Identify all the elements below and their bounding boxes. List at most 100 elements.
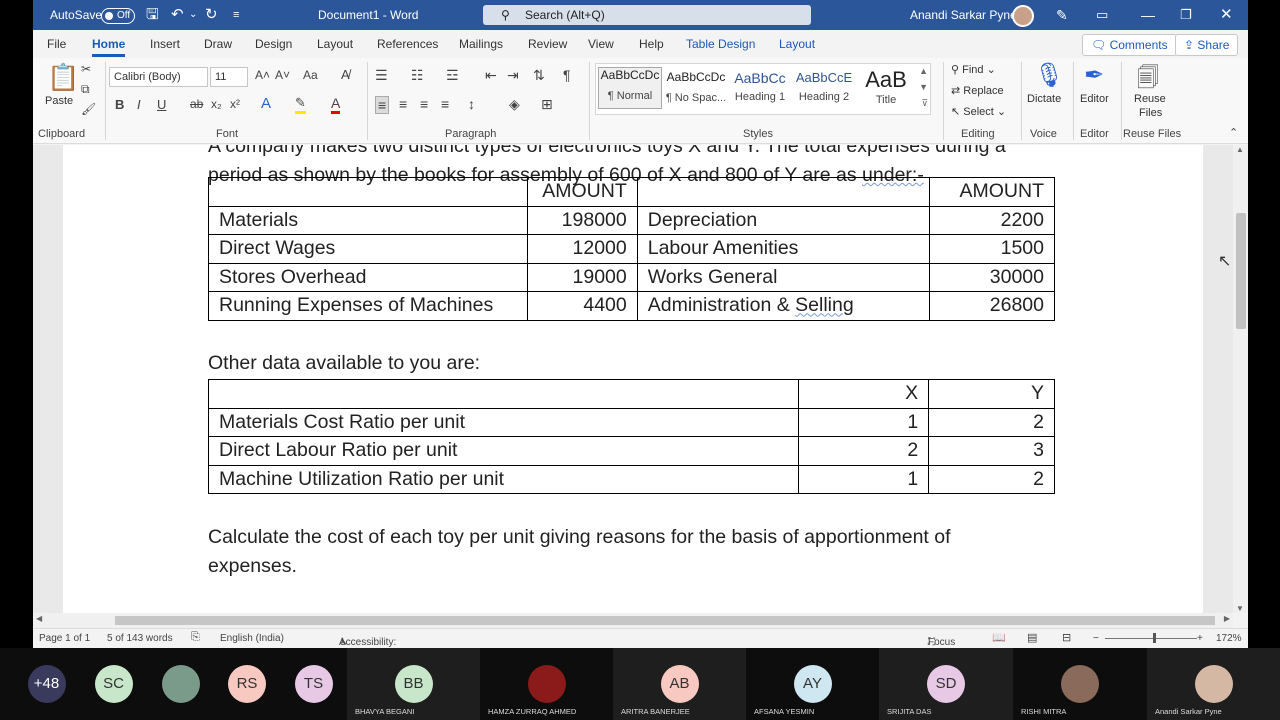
tab-insert[interactable]: Insert	[150, 37, 180, 51]
redo-icon[interactable]: ↻	[205, 0, 218, 30]
participant-tile[interactable]: TS	[280, 648, 347, 720]
participant-tile[interactable]: RISHI MITRA	[1013, 648, 1147, 720]
search-input[interactable]: ⚲ Search (Alt+Q)	[483, 5, 811, 25]
tab-review[interactable]: Review	[528, 37, 567, 51]
cut-icon[interactable]: ✂	[81, 62, 91, 76]
zoom-in-icon[interactable]: +	[1197, 633, 1203, 644]
save-icon[interactable]: 🖫	[146, 0, 159, 30]
vertical-scroll-thumb[interactable]	[1236, 213, 1246, 329]
collapse-ribbon-icon[interactable]: ⌃	[1229, 126, 1238, 139]
style-no-spacing[interactable]: AaBbCcDc ¶ No Spac...	[664, 70, 728, 104]
microphone-icon[interactable]: 🎙	[1034, 61, 1064, 90]
avatar[interactable]	[1012, 0, 1034, 30]
undo-icon[interactable]: ↶	[171, 0, 184, 30]
reuse-files-button-line1[interactable]: Reuse	[1134, 93, 1166, 105]
zoom-slider[interactable]	[1105, 638, 1197, 639]
italic-icon[interactable]: I	[137, 97, 141, 112]
scroll-right-icon[interactable]: ▶	[1224, 614, 1230, 623]
zoom-slider-thumb[interactable]	[1153, 633, 1156, 643]
subscript-icon[interactable]: x₂	[211, 97, 222, 111]
shading-icon[interactable]: ◈	[509, 96, 520, 113]
highlight-icon[interactable]: ✎	[295, 95, 306, 114]
tab-mailings[interactable]: Mailings	[459, 37, 503, 51]
zoom-out-icon[interactable]: −	[1093, 633, 1099, 644]
underline-icon[interactable]: U	[157, 97, 166, 112]
paste-button[interactable]: Paste	[45, 95, 73, 107]
styles-more-icon[interactable]: ⊽	[921, 98, 928, 109]
tab-table-design[interactable]: Table Design	[686, 37, 755, 51]
pen-icon[interactable]: ✎	[1056, 0, 1068, 30]
align-left-icon[interactable]: ≡	[375, 96, 390, 114]
copy-icon[interactable]: ⧉	[81, 82, 90, 97]
format-painter-icon[interactable]: 🖌	[81, 102, 96, 116]
tab-home[interactable]: Home	[92, 37, 126, 57]
tab-view[interactable]: View	[588, 37, 614, 51]
horizontal-scrollbar[interactable]: ◀ ▶	[33, 613, 1233, 628]
participant-tile[interactable]	[147, 648, 214, 720]
minimize-icon[interactable]: —	[1141, 0, 1155, 30]
text-effects-icon[interactable]: A	[261, 95, 271, 112]
tab-draw[interactable]: Draw	[204, 37, 232, 51]
participant-tile[interactable]: SC	[80, 648, 147, 720]
style-heading-1[interactable]: AaBbCc Heading 1	[728, 70, 792, 103]
editor-button[interactable]: Editor	[1080, 93, 1109, 105]
justify-icon[interactable]: ≡	[441, 96, 449, 112]
style-normal[interactable]: AaBbCcDc ¶ Normal	[598, 67, 662, 109]
reuse-files-button-line2[interactable]: Files	[1139, 107, 1162, 119]
dictate-button[interactable]: Dictate	[1027, 93, 1061, 105]
clear-formatting-icon[interactable]: A̸	[341, 67, 350, 82]
styles-scroll-down-icon[interactable]: ▼	[919, 82, 928, 92]
participant-tile[interactable]: AB ARITRA BANERJEE	[613, 648, 746, 720]
superscript-icon[interactable]: x²	[230, 97, 240, 111]
paste-icon[interactable]: 📋	[47, 62, 79, 93]
autosave-toggle[interactable]: Off	[101, 0, 135, 30]
styles-gallery[interactable]: AaBbCcDc ¶ Normal AaBbCcDc ¶ No Spac... …	[595, 63, 931, 115]
multilevel-list-icon[interactable]: ☲	[446, 67, 459, 84]
tab-table-layout[interactable]: Layout	[779, 37, 815, 51]
undo-dropdown-icon[interactable]: ⌄	[189, 0, 197, 30]
print-layout-icon[interactable]: ▤	[1027, 631, 1037, 644]
editor-icon[interactable]: ✒	[1084, 61, 1104, 90]
scroll-down-icon[interactable]: ▼	[1236, 604, 1244, 613]
increase-indent-icon[interactable]: ⇥	[507, 67, 519, 84]
tab-layout[interactable]: Layout	[317, 37, 353, 51]
font-color-icon[interactable]: A	[331, 95, 341, 114]
web-layout-icon[interactable]: ⊟	[1062, 631, 1071, 644]
tab-help[interactable]: Help	[639, 37, 664, 51]
numbering-icon[interactable]: ☷	[411, 67, 424, 84]
font-size-dropdown[interactable]: 11	[210, 67, 248, 87]
participant-tile[interactable]: +48	[13, 648, 80, 720]
decrease-indent-icon[interactable]: ⇤	[485, 67, 497, 84]
change-case-icon[interactable]: Aa	[303, 68, 318, 82]
tab-design[interactable]: Design	[255, 37, 292, 51]
participant-tile[interactable]: SD SRIJITA DAS	[879, 648, 1013, 720]
scroll-left-icon[interactable]: ◀	[36, 614, 42, 623]
styles-scroll-up-icon[interactable]: ▲	[919, 66, 928, 76]
grow-font-icon[interactable]: A˄	[255, 68, 270, 82]
style-heading-2[interactable]: AaBbCcE Heading 2	[792, 70, 856, 103]
align-right-icon[interactable]: ≡	[420, 96, 428, 112]
style-title[interactable]: AaB Title	[854, 70, 918, 106]
participant-tile[interactable]: AY AFSANA YESMIN	[746, 648, 879, 720]
comments-button[interactable]: 🗨 Comments	[1082, 34, 1177, 56]
customize-toolbar-icon[interactable]: ≡	[233, 0, 239, 30]
ratio-table[interactable]: X Y Materials Cost Ratio per unit 1 2 Dire…	[207, 379, 1055, 494]
tab-references[interactable]: References	[377, 37, 438, 51]
ribbon-display-icon[interactable]: ▭	[1096, 0, 1108, 30]
horizontal-scroll-thumb[interactable]	[115, 616, 1215, 625]
document-page[interactable]: A company makes two distinct types of el…	[63, 145, 1203, 613]
line-spacing-icon[interactable]: ↕	[468, 96, 475, 112]
participant-tile[interactable]: HAMZA ZURRAQ AHMED	[480, 648, 613, 720]
borders-icon[interactable]: ⊞	[541, 96, 553, 113]
read-mode-icon[interactable]: 📖	[992, 631, 1006, 644]
language[interactable]: English (India)	[220, 633, 284, 644]
find-button[interactable]: ⚲ Find ⌄	[951, 63, 996, 76]
bold-icon[interactable]: B	[115, 97, 124, 112]
font-name-dropdown[interactable]: Calibri (Body)	[109, 67, 208, 87]
proofing-icon[interactable]: ⎘	[191, 631, 200, 644]
replace-button[interactable]: ⇄ Replace	[951, 84, 1004, 97]
bullets-icon[interactable]: ☰	[375, 67, 388, 84]
participant-tile[interactable]: BB BHAVYA BEGANI	[347, 648, 480, 720]
word-count[interactable]: 5 of 143 words	[107, 633, 173, 644]
close-icon[interactable]: ✕	[1220, 0, 1233, 30]
